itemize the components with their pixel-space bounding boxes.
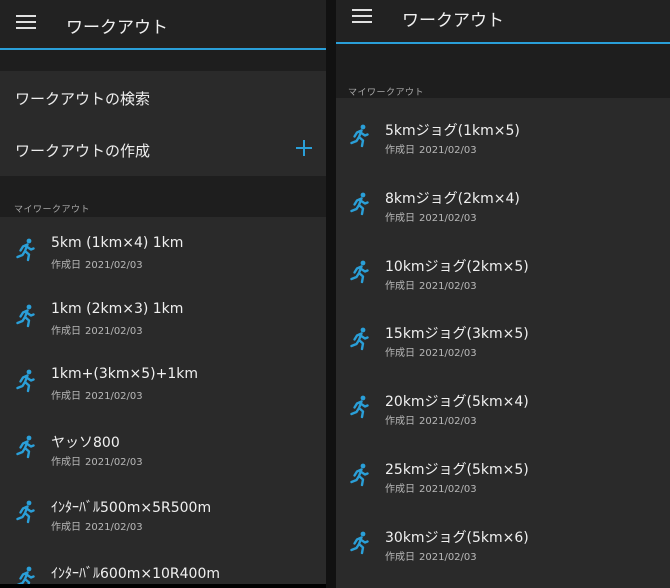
section-label: マイワークアウト <box>348 88 425 98</box>
workout-list-item[interactable]: ｲﾝﾀｰﾊﾞﾙ600m×10R400m <box>0 545 326 588</box>
workout-name: 1km+(3km×5)+1km <box>51 366 198 382</box>
workout-created-date: 作成日 2021/02/03 <box>51 387 143 402</box>
workout-list-item[interactable]: 25kmジョグ(5km×5) 作成日 2021/02/03 <box>336 437 670 503</box>
workout-created-date: 作成日 2021/02/03 <box>51 256 143 271</box>
created-date-value: 2021/02/03 <box>419 416 477 428</box>
created-date-value: 2021/02/03 <box>85 456 143 468</box>
workout-created-date: 作成日 2021/02/03 <box>51 518 143 533</box>
workout-name: ｲﾝﾀｰﾊﾞﾙ600m×10R400m <box>51 565 220 582</box>
created-date-label: 作成日 <box>51 260 81 271</box>
created-date-label: 作成日 <box>385 145 415 156</box>
created-date-label: 作成日 <box>385 484 415 495</box>
created-date-value: 2021/02/03 <box>419 348 477 360</box>
created-date-label: 作成日 <box>385 551 415 563</box>
plus-icon[interactable] <box>296 140 312 156</box>
workout-created-date: 作成日 2021/02/03 <box>385 412 477 427</box>
workout-created-date: 作成日 2021/02/03 <box>385 548 477 563</box>
section-header: マイワークアウト <box>0 176 326 217</box>
section-header: マイワークアウト <box>336 44 670 98</box>
workout-created-date: 作成日 2021/02/03 <box>385 209 477 224</box>
create-workout-label: ワークアウトの作成 <box>15 142 151 160</box>
workout-name: 1km (2km×3) 1km <box>51 300 184 317</box>
workout-list-item[interactable]: ヤッソ800 作成日 2021/02/03 <box>0 414 326 480</box>
app-bar: ワークアウト <box>336 0 670 44</box>
section-label: マイワークアウト <box>14 205 91 215</box>
workout-list-item[interactable]: ｲﾝﾀｰﾊﾞﾙ500m×5R500m 作成日 2021/02/03 <box>0 479 326 545</box>
runner-icon <box>348 327 370 351</box>
runner-icon <box>348 260 370 284</box>
runner-icon <box>14 500 36 524</box>
runner-icon <box>14 304 36 328</box>
created-date-value: 2021/02/03 <box>85 391 143 402</box>
workout-screen-right: ワークアウト マイワークアウト 5kmジョグ(1km×5) 作成日 2021/02/… <box>336 0 670 588</box>
create-workout-row[interactable]: ワークアウトの作成 <box>0 123 326 175</box>
workout-name: 10kmジョグ(2km×5) <box>385 258 529 275</box>
workout-list-item[interactable]: 15kmジョグ(3km×5) 作成日 2021/02/03 <box>336 301 670 367</box>
created-date-label: 作成日 <box>385 416 415 428</box>
workout-name: 15kmジョグ(3km×5) <box>385 326 529 343</box>
created-date-value: 2021/02/03 <box>419 551 477 563</box>
workout-created-date: 作成日 2021/02/03 <box>385 480 477 495</box>
workout-created-date: 作成日 2021/02/03 <box>385 344 477 359</box>
workout-created-date: 作成日 2021/02/03 <box>385 141 477 156</box>
runner-icon <box>348 124 370 148</box>
workout-name: 20kmジョグ(5km×4) <box>385 394 529 411</box>
runner-icon <box>14 369 36 393</box>
divider <box>0 50 326 71</box>
workout-list-item[interactable]: 5km (1km×4) 1km 作成日 2021/02/03 <box>0 217 326 283</box>
workout-name: ヤッソ800 <box>51 434 120 451</box>
page-title: ワークアウト <box>402 11 504 31</box>
runner-icon <box>348 395 370 419</box>
search-workouts-label: ワークアウトの検索 <box>15 90 151 108</box>
workout-name: 5kmジョグ(1km×5) <box>385 123 520 139</box>
workout-list-item[interactable]: 1km+(3km×5)+1km 作成日 2021/02/03 <box>0 348 326 414</box>
workout-list-item[interactable]: 20kmジョグ(5km×4) 作成日 2021/02/03 <box>336 369 670 435</box>
runner-icon <box>14 238 36 262</box>
workout-name: 5km (1km×4) 1km <box>51 235 184 251</box>
workout-name: 25kmジョグ(5km×5) <box>385 462 529 478</box>
workout-name: ｲﾝﾀｰﾊﾞﾙ500m×5R500m <box>51 500 212 516</box>
workout-list-item[interactable]: 5kmジョグ(1km×5) 作成日 2021/02/03 <box>336 98 670 164</box>
workout-created-date: 作成日 2021/02/03 <box>51 453 143 468</box>
workout-name: 30kmジョグ(5km×6) <box>385 529 529 546</box>
hamburger-menu-icon[interactable] <box>16 15 36 29</box>
created-date-label: 作成日 <box>385 212 415 224</box>
system-bar <box>0 584 326 588</box>
workout-created-date: 作成日 2021/02/03 <box>385 277 477 292</box>
created-date-value: 2021/02/03 <box>419 145 477 156</box>
runner-icon <box>348 531 370 555</box>
created-date-value: 2021/02/03 <box>419 212 477 224</box>
workout-list-item[interactable]: 30kmジョグ(5km×6) 作成日 2021/02/03 <box>336 505 670 571</box>
workout-list-item[interactable]: 1km (2km×3) 1km 作成日 2021/02/03 <box>0 283 326 349</box>
created-date-value: 2021/02/03 <box>85 260 143 271</box>
created-date-label: 作成日 <box>51 522 81 533</box>
created-date-value: 2021/02/03 <box>419 484 477 495</box>
workout-name: 8kmジョグ(2km×4) <box>385 190 520 207</box>
runner-icon <box>348 192 370 216</box>
created-date-value: 2021/02/03 <box>85 325 143 337</box>
created-date-label: 作成日 <box>51 456 81 468</box>
runner-icon <box>348 463 370 487</box>
workout-list-item[interactable]: 10kmジョグ(2km×5) 作成日 2021/02/03 <box>336 234 670 300</box>
search-workouts-row[interactable]: ワークアウトの検索 <box>0 71 326 123</box>
created-date-label: 作成日 <box>385 280 415 292</box>
created-date-value: 2021/02/03 <box>419 280 477 292</box>
created-date-value: 2021/02/03 <box>85 522 143 533</box>
page-title: ワークアウト <box>66 18 168 38</box>
workout-list-item[interactable]: 8kmジョグ(2km×4) 作成日 2021/02/03 <box>336 166 670 232</box>
created-date-label: 作成日 <box>51 391 81 402</box>
created-date-label: 作成日 <box>385 348 415 360</box>
runner-icon <box>14 435 36 459</box>
workout-screen-left: ワークアウト ワークアウトの検索 ワークアウトの作成 マイワークアウト 5km … <box>0 0 326 588</box>
hamburger-menu-icon[interactable] <box>352 9 372 23</box>
workout-created-date: 作成日 2021/02/03 <box>51 322 143 337</box>
created-date-label: 作成日 <box>51 325 81 337</box>
app-bar: ワークアウト <box>0 0 326 50</box>
